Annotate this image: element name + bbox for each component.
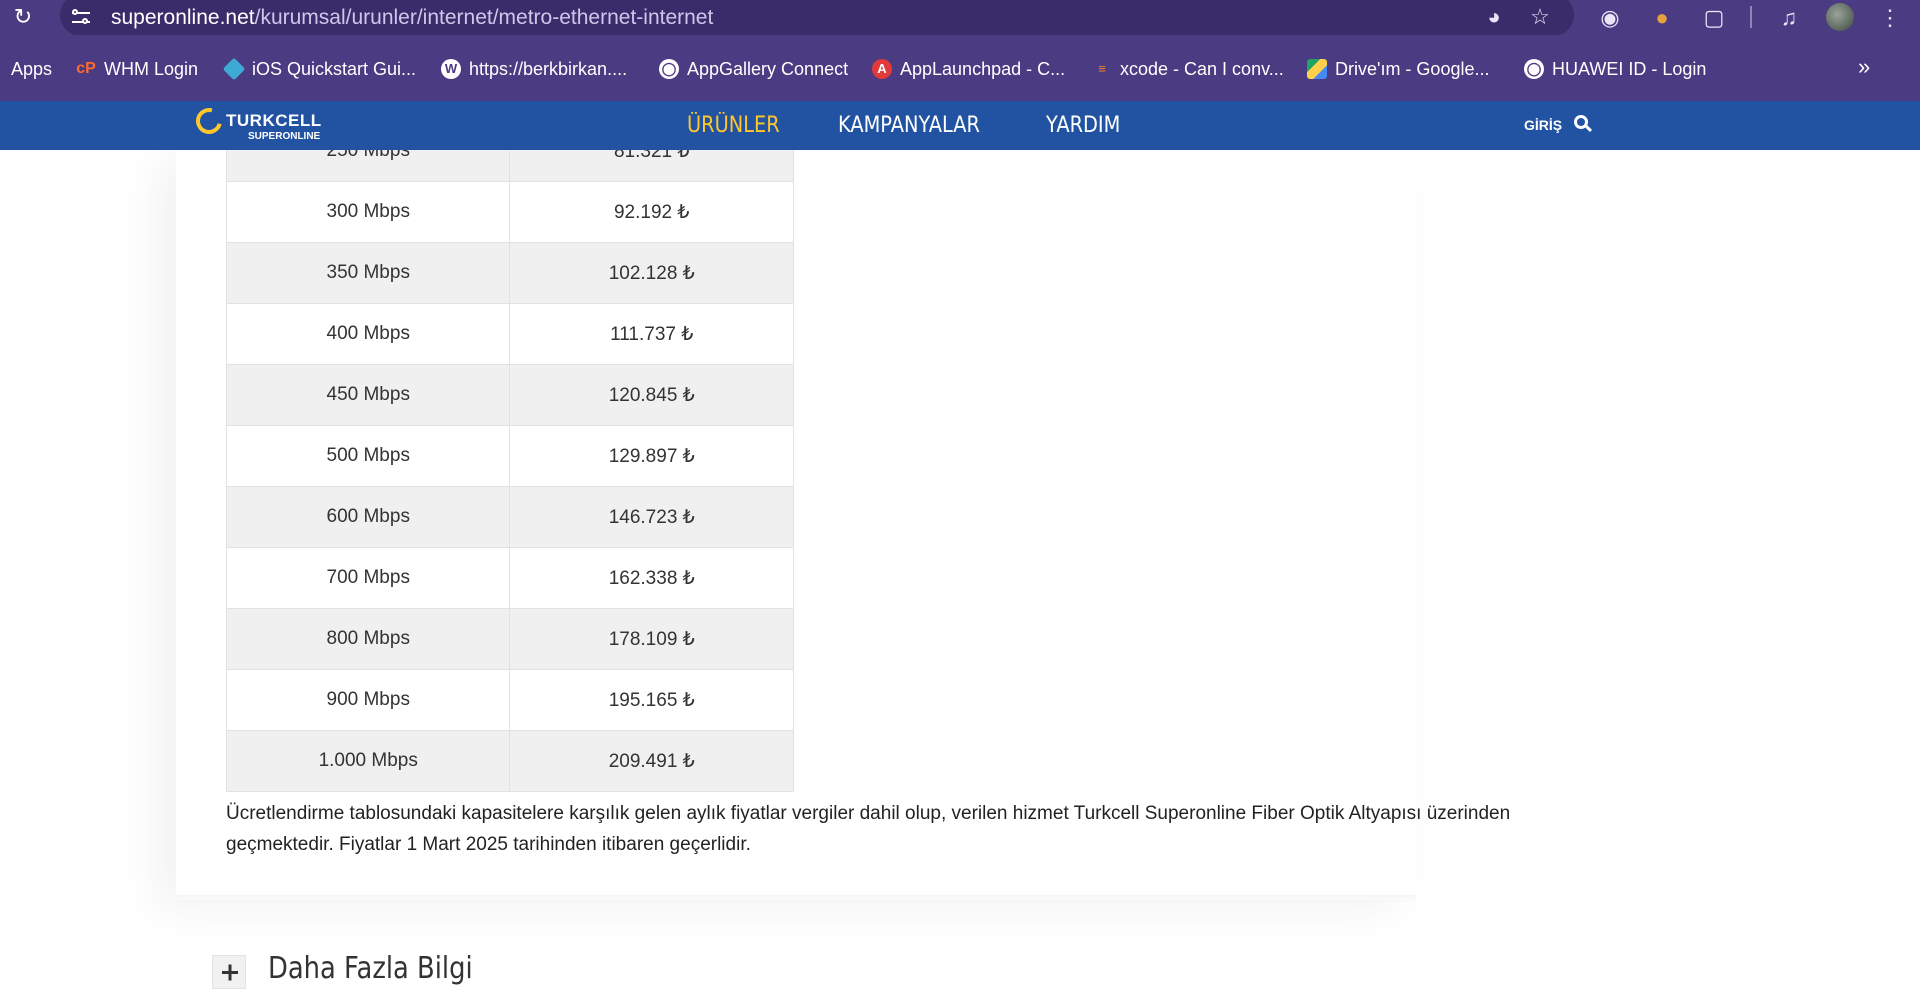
- bookmark-ios-quickstart[interactable]: iOS Quickstart Gui...: [222, 57, 417, 81]
- speed-cell: 900 Mbps: [225, 669, 511, 731]
- reload-icon[interactable]: ↻: [10, 4, 36, 30]
- speed-cell: 400 Mbps: [225, 303, 511, 365]
- price-cell: 92.192 ₺: [509, 181, 794, 243]
- price-cell: 102.128 ₺: [509, 242, 794, 304]
- speed-cell: 700 Mbps: [225, 547, 511, 609]
- speed-cell: 1.000 Mbps: [225, 730, 511, 792]
- angular-icon: A: [872, 59, 892, 79]
- globe-icon: ◯: [659, 59, 679, 79]
- bookmark-label: Drive'ım - Google...: [1335, 58, 1490, 79]
- bookmark-label: https://berkbirkan....: [469, 58, 628, 79]
- media-icon[interactable]: ♫: [1775, 4, 1803, 32]
- price-cell: 162.338 ₺: [509, 547, 794, 609]
- star-icon[interactable]: ☆: [1528, 5, 1552, 29]
- stackoverflow-icon: ≡: [1098, 61, 1106, 76]
- price-cell: 178.109 ₺: [509, 608, 794, 670]
- menu-icon[interactable]: ⋮: [1876, 4, 1904, 32]
- bookmark-label: iOS Quickstart Gui...: [252, 58, 417, 79]
- price-cell: 146.723 ₺: [509, 486, 794, 548]
- speed-cell: 500 Mbps: [225, 425, 511, 487]
- drive-icon: [1307, 59, 1327, 79]
- table-row: 900 Mbps 195.165 ₺: [225, 669, 794, 731]
- accordion-title[interactable]: Daha Fazla Bilgi: [268, 951, 473, 986]
- url-host: superonline.net: [111, 6, 255, 29]
- cookie-icon[interactable]: ●: [1648, 4, 1676, 32]
- nav-kampanyalar[interactable]: KAMPANYALAR: [838, 113, 980, 138]
- table-row: 1.000 Mbps 209.491 ₺: [225, 730, 794, 792]
- more-bookmarks-icon[interactable]: »: [1858, 54, 1870, 80]
- toolbar-separator: [1750, 6, 1752, 28]
- camera-icon[interactable]: ◉: [1596, 4, 1624, 32]
- main-content: 250 Mbps 81.321 ₺ 300 Mbps 92.192 ₺ 350 Mbps…: [0, 150, 1920, 1001]
- speed-cell: 450 Mbps: [225, 364, 511, 426]
- site-header: TURKCELL SUPERONLINE ÜRÜNLER KAMPANYALAR…: [0, 101, 1920, 150]
- section-divider: [176, 895, 1416, 903]
- table-row: 600 Mbps 146.723 ₺: [225, 486, 794, 548]
- price-cell: 120.845 ₺: [509, 364, 794, 426]
- table-row: 300 Mbps 92.192 ₺: [225, 181, 794, 243]
- bookmark-label: WHM Login: [104, 58, 199, 79]
- price-cell: 111.737 ₺: [509, 303, 794, 365]
- speed-cell: 800 Mbps: [225, 608, 511, 670]
- pricing-note: Ücretlendirme tablosundaki kapasitelere …: [226, 803, 1511, 855]
- table-row: 400 Mbps 111.737 ₺: [225, 303, 794, 365]
- url-path: /kurumsal/urunler/internet/metro-etherne…: [254, 6, 714, 29]
- logo-text: TURKCELL: [226, 111, 322, 130]
- bookmark-drive[interactable]: Drive'ım - Google...: [1307, 57, 1489, 81]
- bookmarks-bar: Apps cP WHM Login iOS Quickstart Gui... W…: [0, 35, 1920, 101]
- table-row: 800 Mbps 178.109 ₺: [225, 608, 794, 670]
- table-row: 350 Mbps 102.128 ₺: [225, 242, 794, 304]
- price-cell: 209.491 ₺: [509, 730, 794, 792]
- bookmark-appgallery[interactable]: ◯ AppGallery Connect: [659, 57, 848, 81]
- bookmark-label: Apps: [11, 58, 53, 79]
- accordion-more-info[interactable]: Daha Fazla Bilgi: [176, 925, 1416, 1001]
- wordpress-icon: W: [441, 59, 461, 79]
- bookmark-xcode-so[interactable]: ≡ xcode - Can I conv...: [1092, 57, 1284, 81]
- bookmark-label: xcode - Can I conv...: [1120, 58, 1284, 79]
- login-link[interactable]: GİRİŞ: [1524, 117, 1562, 133]
- bookmark-label: AppLaunchpad - C...: [900, 58, 1066, 79]
- price-cell: 129.897 ₺: [509, 425, 794, 487]
- turkcell-logo[interactable]: TURKCELL SUPERONLINE: [191, 103, 326, 145]
- url-text[interactable]: superonline.net/kurumsal/urunler/interne…: [111, 6, 713, 30]
- diamond-icon: [222, 57, 246, 81]
- speed-cell: 350 Mbps: [225, 242, 511, 304]
- bookmark-label: AppGallery Connect: [687, 58, 849, 79]
- nav-urunler[interactable]: ÜRÜNLER: [687, 113, 780, 138]
- bookmark-label: HUAWEI ID - Login: [1552, 58, 1707, 79]
- address-bar[interactable]: superonline.net/kurumsal/urunler/interne…: [60, 0, 1574, 36]
- table-row: 250 Mbps 81.321 ₺: [225, 150, 794, 182]
- extensions-icon[interactable]: ▢: [1700, 4, 1728, 32]
- profile-avatar[interactable]: [1826, 3, 1854, 31]
- bookmark-berkbirkan[interactable]: Whttps://berkbirkan....: [441, 57, 627, 81]
- logo-mark-icon: [191, 103, 227, 139]
- plus-icon[interactable]: [212, 955, 246, 989]
- table-row: 450 Mbps 120.845 ₺: [225, 364, 794, 426]
- table-row: 500 Mbps 129.897 ₺: [225, 425, 794, 487]
- globe-icon: ◯: [1524, 59, 1544, 79]
- cpanel-icon: cP: [76, 60, 96, 77]
- bookmark-apps[interactable]: Apps: [11, 57, 52, 81]
- speed-cell: 300 Mbps: [225, 181, 511, 243]
- speed-cell: 600 Mbps: [225, 486, 511, 548]
- logo-subtext: SUPERONLINE: [248, 131, 321, 142]
- performance-icon[interactable]: ◕: [1482, 5, 1506, 29]
- price-table: 250 Mbps 81.321 ₺ 300 Mbps 92.192 ₺ 350 Mbps…: [225, 150, 794, 792]
- search-icon[interactable]: [1574, 115, 1593, 133]
- nav-yardim[interactable]: YARDIM: [1046, 113, 1120, 138]
- tune-icon[interactable]: [70, 8, 92, 28]
- bookmark-applaunchpad[interactable]: A AppLaunchpad - C...: [872, 57, 1065, 81]
- browser-toolbar: ↻ superonline.net/kurumsal/urunler/inter…: [0, 0, 1920, 36]
- bookmark-whm-login[interactable]: cP WHM Login: [76, 57, 198, 81]
- table-row: 700 Mbps 162.338 ₺: [225, 547, 794, 609]
- price-cell: 81.321 ₺: [509, 150, 794, 182]
- speed-cell: 250 Mbps: [225, 150, 511, 182]
- price-cell: 195.165 ₺: [509, 669, 794, 731]
- bookmark-huawei-id[interactable]: ◯ HUAWEI ID - Login: [1524, 57, 1706, 81]
